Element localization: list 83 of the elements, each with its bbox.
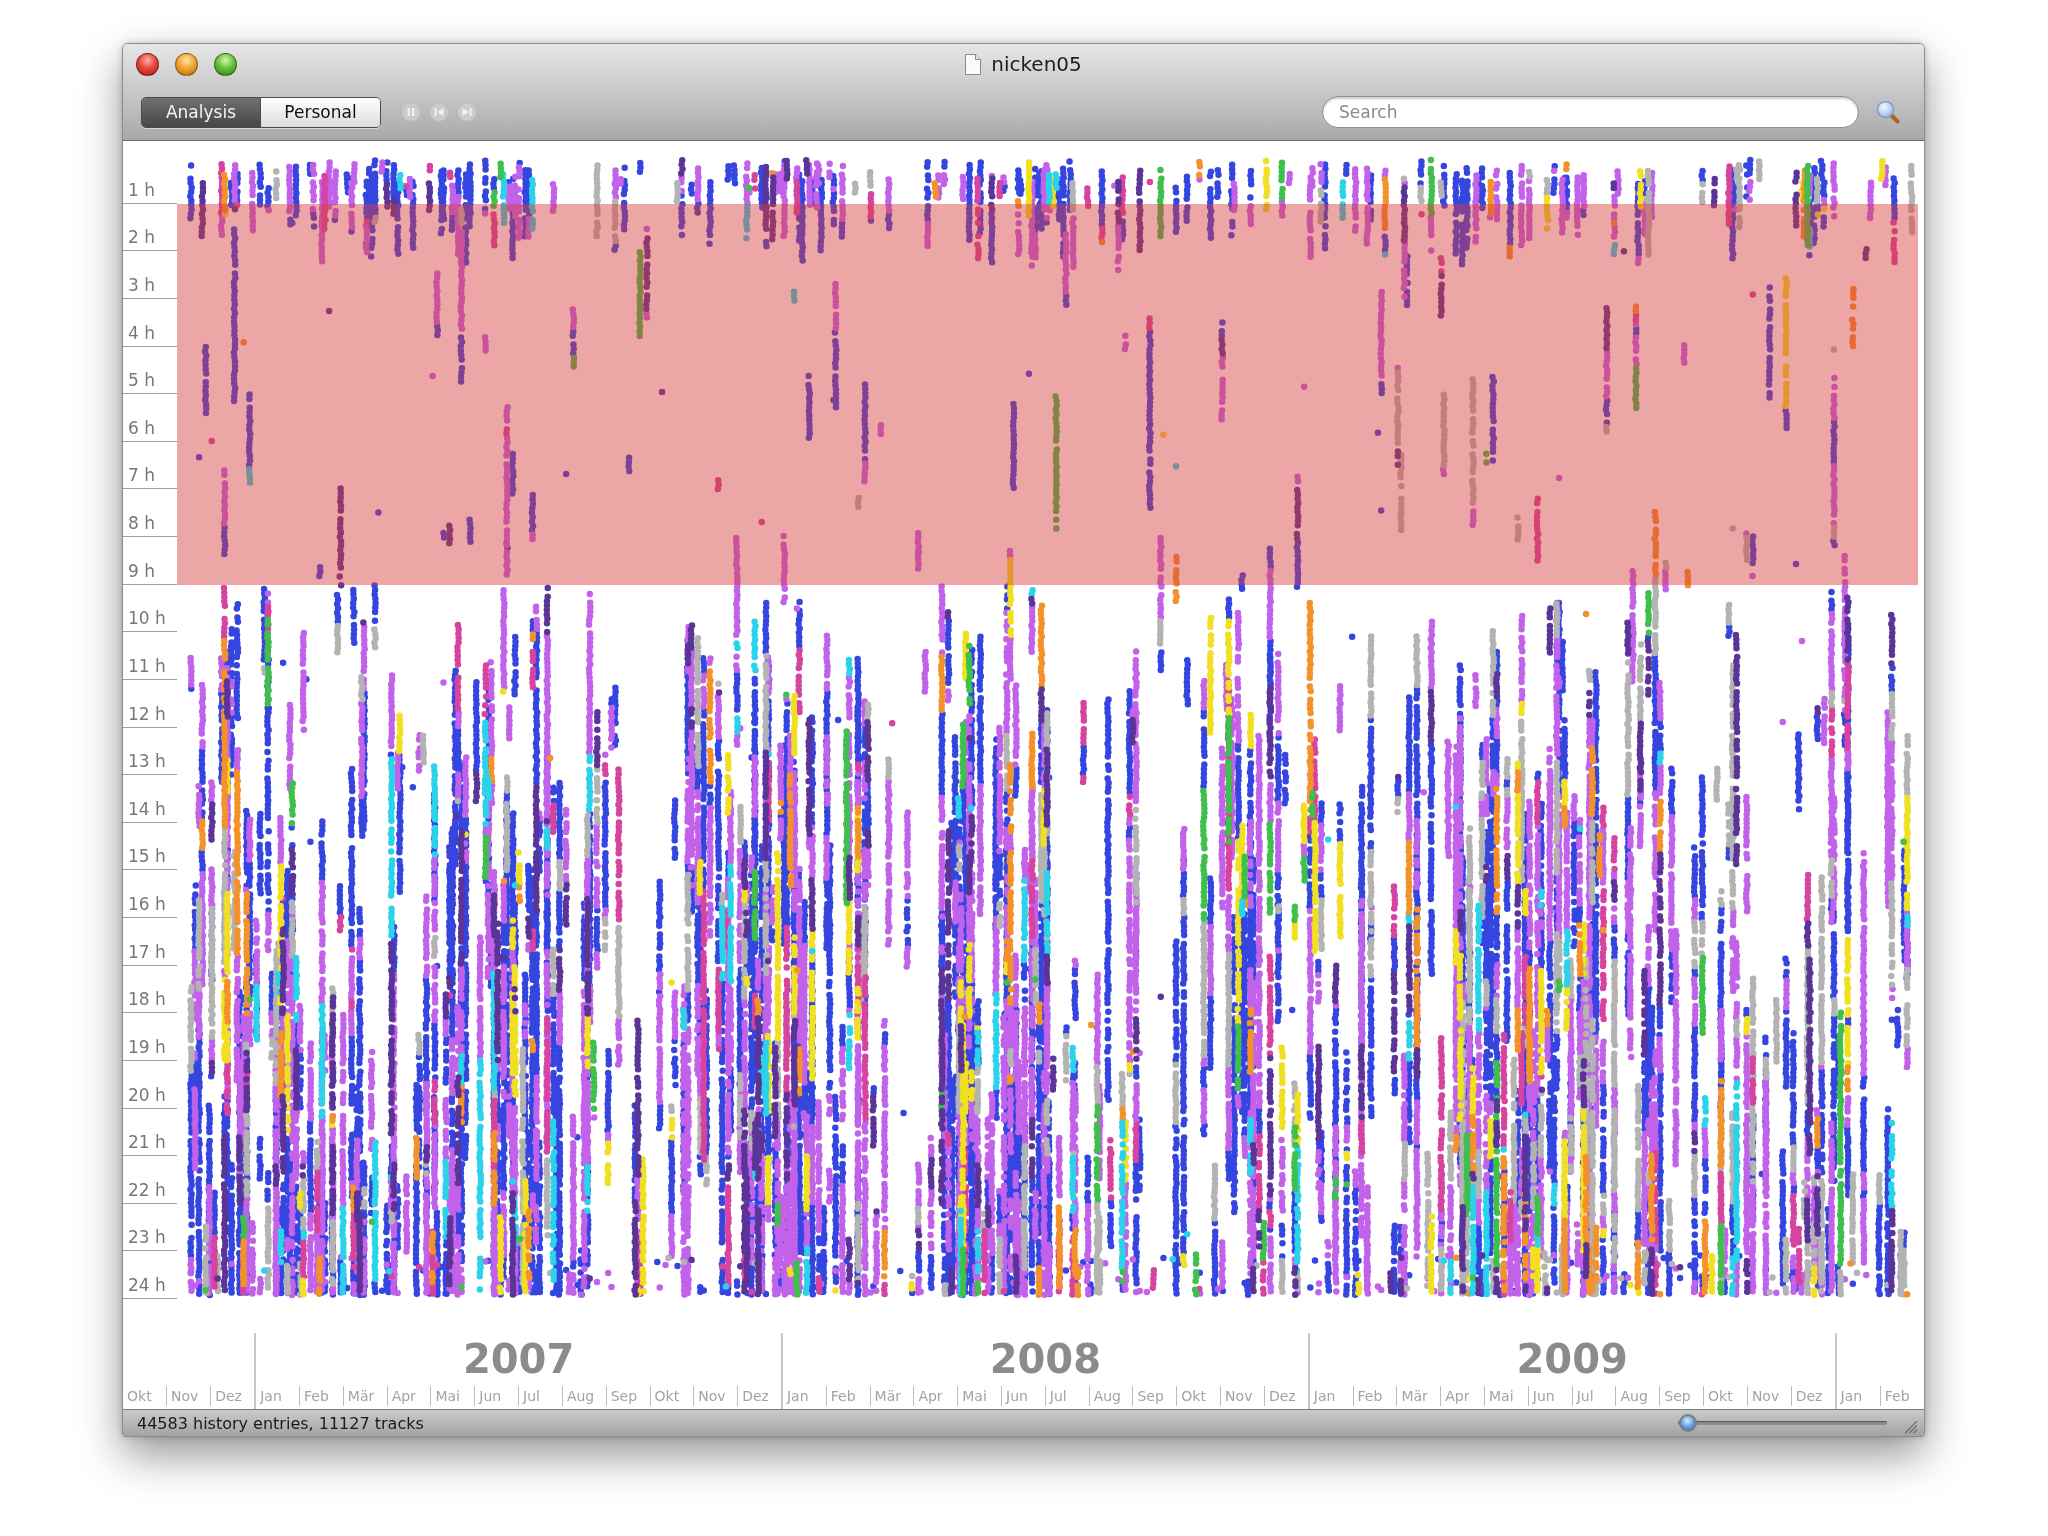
hour-label: 16 h <box>128 896 166 913</box>
month-label: Nov <box>171 1387 199 1405</box>
month-label: Jan <box>786 1387 809 1405</box>
view-tab[interactable]: Analysis <box>142 97 261 127</box>
month-label: Feb <box>304 1387 329 1405</box>
month-label: Nov <box>1225 1387 1253 1405</box>
month-label: Apr <box>1445 1387 1470 1405</box>
hour-label: 13 h <box>128 753 166 771</box>
hour-label: 4 h <box>128 324 155 342</box>
hour-label: 11 h <box>128 657 166 675</box>
view-tab[interactable]: Personal <box>261 97 380 127</box>
document-icon <box>965 53 982 75</box>
month-label: Aug <box>566 1387 595 1405</box>
month-label: Jun <box>479 1387 502 1405</box>
month-label: Jan <box>1313 1387 1336 1405</box>
hour-label: 20 h <box>128 1086 166 1104</box>
month-label: Dez <box>1795 1387 1823 1405</box>
minimize-button[interactable] <box>175 52 198 76</box>
month-label: Dez <box>742 1387 769 1405</box>
month-label: Okt <box>1181 1387 1206 1405</box>
resize-grip-icon[interactable] <box>1903 1419 1918 1434</box>
skip-back-icon <box>434 107 444 117</box>
month-label: Aug <box>1093 1387 1121 1405</box>
hour-label: 6 h <box>128 419 155 437</box>
month-label: Jul <box>523 1387 540 1405</box>
month-label: Apr <box>918 1387 943 1405</box>
hour-label: 19 h <box>128 1038 166 1056</box>
month-label: Mär <box>874 1387 901 1405</box>
month-label: Mai <box>435 1387 460 1405</box>
month-label: Nov <box>698 1387 726 1405</box>
month-label: Jul <box>1049 1387 1067 1405</box>
hour-label: 15 h <box>128 848 166 866</box>
month-label: Mai <box>962 1387 987 1405</box>
hour-label: 18 h <box>128 991 166 1009</box>
month-label: Feb <box>1357 1387 1383 1405</box>
month-label: Jul <box>1576 1387 1594 1405</box>
month-label: Feb <box>1884 1387 1910 1405</box>
month-label: Apr <box>391 1387 416 1405</box>
skip-forward-icon <box>462 107 472 117</box>
month-label: Jun <box>1532 1387 1555 1405</box>
hour-label: 12 h <box>128 705 166 723</box>
hour-label: 7 h <box>128 467 155 485</box>
month-label: Jan <box>1840 1387 1863 1405</box>
month-label: Okt <box>654 1387 680 1405</box>
hour-label: 9 h <box>128 562 155 580</box>
month-label: Mär <box>347 1387 375 1405</box>
month-label: Mär <box>1401 1387 1428 1405</box>
hour-label: 8 h <box>128 515 155 532</box>
hour-label: 22 h <box>128 1181 166 1199</box>
month-label: Okt <box>1708 1387 1733 1405</box>
month-label: Dez <box>215 1387 242 1405</box>
hour-label: 17 h <box>128 943 166 961</box>
month-label: Aug <box>1620 1387 1648 1405</box>
status-text: 44583 history entries, 11127 tracks <box>137 1413 424 1433</box>
month-label: Dez <box>1268 1387 1296 1405</box>
hour-label: 1 h <box>128 181 155 199</box>
hour-label: 2 h <box>128 229 155 247</box>
month-label: Mai <box>1489 1387 1514 1405</box>
close-button[interactable] <box>136 52 159 76</box>
month-label: Jun <box>1006 1387 1028 1405</box>
year-label: 2007 <box>462 1337 575 1381</box>
hour-label: 5 h <box>128 372 155 390</box>
month-label: Jan <box>260 1387 282 1405</box>
hour-label: 23 h <box>128 1229 166 1247</box>
search-field[interactable]: Search <box>1322 96 1859 128</box>
hour-label: 21 h <box>128 1134 166 1152</box>
month-label: Sep <box>1137 1387 1164 1405</box>
hour-label: 14 h <box>128 800 166 818</box>
hour-label: 24 h <box>128 1277 166 1294</box>
month-label: Sep <box>1664 1387 1691 1405</box>
month-label: Nov <box>1751 1387 1780 1405</box>
year-label: 2009 <box>1516 1337 1628 1381</box>
month-label: Sep <box>610 1387 638 1405</box>
month-label: Okt <box>127 1387 152 1405</box>
search-icon[interactable] <box>1876 100 1900 124</box>
slider-thumb[interactable] <box>1679 1414 1698 1432</box>
window-title: nicken05 <box>991 52 1082 76</box>
year-label: 2008 <box>989 1337 1101 1381</box>
pause-icon <box>406 107 416 117</box>
hour-label: 10 h <box>128 610 166 628</box>
hour-label: 3 h <box>128 276 155 294</box>
month-label: Feb <box>830 1387 856 1405</box>
zoom-button[interactable] <box>214 52 237 76</box>
